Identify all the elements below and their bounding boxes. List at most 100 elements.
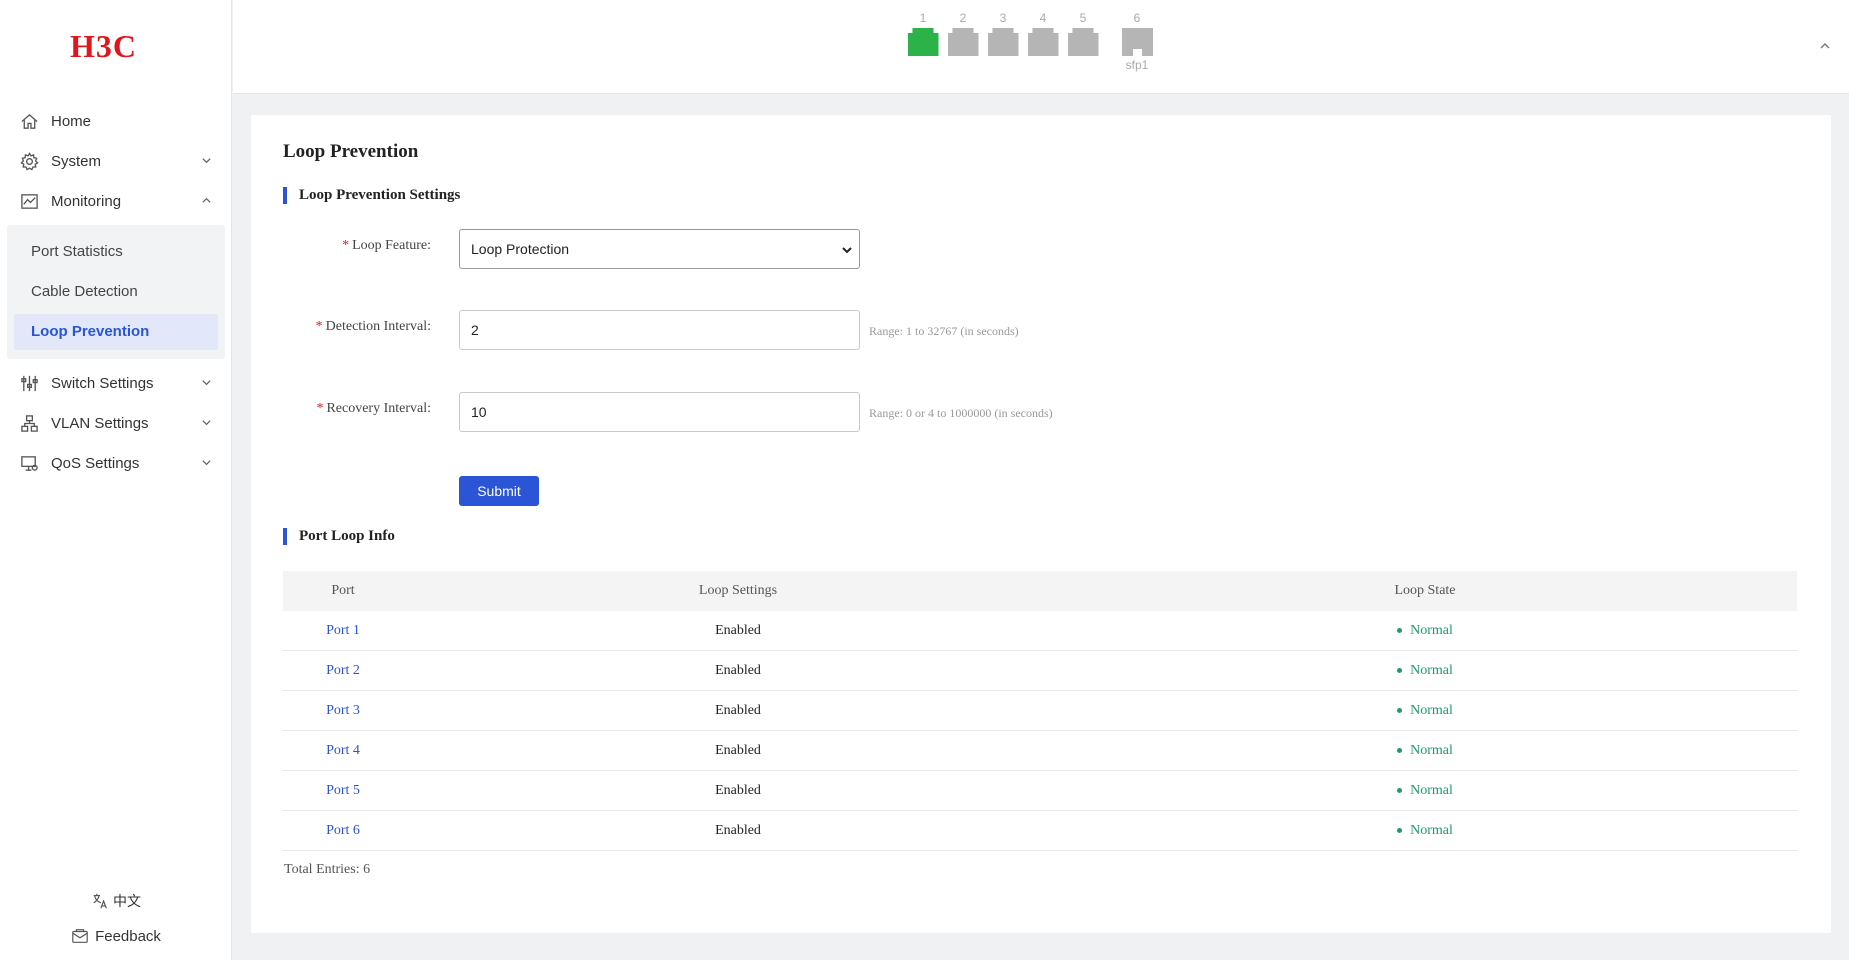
port-link[interactable]: Port 3 <box>326 703 360 718</box>
status-dot-icon <box>1397 708 1403 714</box>
chevron-down-icon <box>842 247 852 254</box>
loop-settings-cell: Enabled <box>715 702 761 718</box>
port-link[interactable]: Port 2 <box>326 663 360 678</box>
loop-settings-cell: Enabled <box>715 822 761 838</box>
table-row: Port 5 Enabled Normal <box>283 771 1797 811</box>
sidebar-item-label: Home <box>51 112 92 130</box>
network-icon <box>21 414 38 432</box>
recovery-interval-hint: Range: 0 or 4 to 1000000 (in seconds) <box>869 406 1053 420</box>
port-link[interactable]: Port 5 <box>326 783 360 798</box>
feedback-button[interactable]: Feedback <box>0 927 232 945</box>
top-header: 1 2 3 4 5 6 sfp1 <box>233 0 1849 94</box>
ethernet-port-icon <box>1027 28 1059 56</box>
language-label: 中文 <box>113 893 141 909</box>
sidebar-item-qos-settings[interactable]: QoS Settings <box>0 443 232 483</box>
chevron-down-icon <box>202 158 211 164</box>
port-5-indicator[interactable]: 5 <box>1063 10 1103 72</box>
sidebar: H3C Home System Monitoring Port Statisti… <box>0 0 232 960</box>
detection-interval-label: * Detection Interval: <box>251 319 431 335</box>
loop-state-cell: Normal <box>1397 743 1453 759</box>
sidebar-item-label: Monitoring <box>51 192 122 210</box>
ethernet-port-icon <box>987 28 1019 56</box>
sidebar-item-monitoring[interactable]: Monitoring <box>0 181 232 221</box>
port-4-indicator[interactable]: 4 <box>1023 10 1063 72</box>
chevron-up-icon[interactable] <box>1819 40 1831 52</box>
status-dot-icon <box>1397 748 1403 754</box>
port-1-indicator[interactable]: 1 <box>903 10 943 72</box>
port-label: sfp1 <box>1125 58 1149 72</box>
submit-button[interactable]: Submit <box>459 476 539 506</box>
loop-state-text: Normal <box>1410 782 1453 798</box>
loop-state-text: Normal <box>1410 742 1453 758</box>
port-link[interactable]: Port 4 <box>326 743 360 758</box>
column-header-port: Port <box>331 583 355 598</box>
column-header-loop-state: Loop State <box>1394 583 1456 598</box>
column-header-loop-settings: Loop Settings <box>698 583 778 598</box>
home-icon <box>21 113 38 129</box>
page-title: Loop Prevention <box>283 141 419 162</box>
status-dot-icon <box>1397 788 1403 794</box>
port-number: 5 <box>1079 11 1087 25</box>
port-2-indicator[interactable]: 2 <box>943 10 983 72</box>
monitor-icon <box>21 455 38 471</box>
loop-state-text: Normal <box>1410 702 1453 718</box>
loop-feature-value: Loop Protection <box>471 241 570 257</box>
loop-state-cell: Normal <box>1397 703 1453 719</box>
port-link[interactable]: Port 6 <box>326 823 360 838</box>
sidebar-item-system[interactable]: System <box>0 141 232 181</box>
chevron-down-icon <box>202 380 211 386</box>
sidebar-item-home[interactable]: Home <box>0 101 232 141</box>
detection-interval-label-text: Detection Interval: <box>325 319 431 334</box>
sidebar-item-label: VLAN Settings <box>51 414 149 432</box>
loop-settings-cell: Enabled <box>715 782 761 798</box>
chevron-down-icon <box>202 460 211 466</box>
sidebar-item-port-statistics[interactable]: Port Statistics <box>14 234 218 270</box>
port-number: 4 <box>1039 11 1047 25</box>
language-switch[interactable]: 中文 <box>0 891 232 911</box>
port-6-indicator[interactable]: 6 sfp1 <box>1117 10 1157 72</box>
loop-settings-cell: Enabled <box>715 662 761 678</box>
status-dot-icon <box>1397 668 1403 674</box>
chart-icon <box>21 193 38 209</box>
loop-feature-label-text: Loop Feature: <box>352 238 431 253</box>
table-row: Port 6 Enabled Normal <box>283 811 1797 851</box>
required-mark: * <box>342 238 350 253</box>
loop-settings-cell: Enabled <box>715 742 761 758</box>
recovery-interval-label-text: Recovery Interval: <box>326 401 431 416</box>
ethernet-port-icon <box>907 28 939 56</box>
loop-feature-select[interactable]: Loop Protection <box>459 229 860 269</box>
required-mark: * <box>316 401 324 416</box>
sidebar-item-vlan-settings[interactable]: VLAN Settings <box>0 403 232 443</box>
status-dot-icon <box>1397 628 1403 634</box>
sidebar-item-switch-settings[interactable]: Switch Settings <box>0 363 232 403</box>
recovery-interval-input[interactable] <box>459 392 860 432</box>
chevron-down-icon <box>202 420 211 426</box>
loop-state-cell: Normal <box>1397 823 1453 839</box>
feedback-label: Feedback <box>95 927 161 945</box>
sliders-icon <box>21 375 38 391</box>
status-dot-icon <box>1397 828 1403 834</box>
table-row: Port 1 Enabled Normal <box>283 611 1797 651</box>
port-3-indicator[interactable]: 3 <box>983 10 1023 72</box>
sidebar-item-loop-prevention[interactable]: Loop Prevention <box>14 314 218 350</box>
sidebar-item-label: System <box>51 152 102 170</box>
port-loop-info-title: Port Loop Info <box>283 528 395 545</box>
chevron-up-icon <box>202 197 211 203</box>
gear-icon <box>20 151 39 171</box>
sfp-port-icon <box>1121 28 1153 56</box>
total-entries: Total Entries: 6 <box>284 862 371 877</box>
detection-interval-input[interactable] <box>459 310 860 350</box>
loop-feature-label: * Loop Feature: <box>251 238 431 254</box>
h3c-logo[interactable]: H3C <box>70 28 137 65</box>
loop-state-cell: Normal <box>1397 663 1453 679</box>
required-mark: * <box>315 319 323 334</box>
monitoring-submenu: Port Statistics Cable Detection Loop Pre… <box>7 225 225 359</box>
sidebar-item-cable-detection[interactable]: Cable Detection <box>14 274 218 310</box>
feedback-icon <box>72 929 88 943</box>
sidebar-item-label: QoS Settings <box>51 454 140 472</box>
recovery-interval-label: * Recovery Interval: <box>251 401 431 417</box>
sidebar-nav: Home System Monitoring Port Statistics C… <box>0 101 232 483</box>
port-link[interactable]: Port 1 <box>326 623 360 638</box>
translate-icon <box>93 893 107 909</box>
loop-state-text: Normal <box>1410 822 1453 838</box>
